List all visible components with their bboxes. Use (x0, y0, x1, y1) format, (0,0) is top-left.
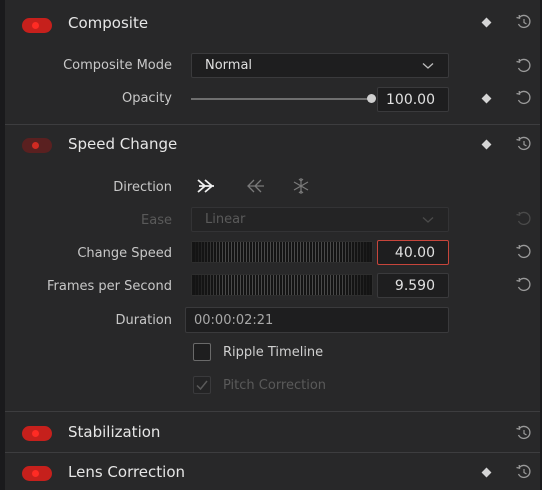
composite-toggle[interactable] (22, 18, 52, 33)
section-divider (5, 411, 540, 412)
direction-label: Direction (113, 180, 172, 195)
chevron-down-icon (422, 63, 434, 69)
keyframe-diamond-icon[interactable] (481, 139, 492, 150)
composite-mode-dropdown[interactable]: Normal (191, 53, 449, 78)
change-speed-input[interactable]: 40.00 (377, 240, 449, 265)
fps-label: Frames per Second (47, 279, 172, 294)
keyframe-diamond-icon[interactable] (481, 93, 492, 104)
toggle-dot (32, 430, 39, 437)
lens-correction-toggle[interactable] (22, 466, 52, 481)
reset-icon[interactable] (515, 243, 533, 261)
toggle-dot (32, 142, 39, 149)
ripple-timeline-checkbox[interactable] (193, 343, 211, 361)
opacity-label: Opacity (121, 91, 172, 106)
section-title: Stabilization (68, 423, 161, 441)
opacity-slider-knob[interactable] (367, 94, 376, 103)
change-speed-label: Change Speed (77, 246, 172, 261)
pitch-correction-label: Pitch Correction (223, 378, 327, 393)
freeze-frame-icon[interactable] (289, 176, 313, 196)
keyframe-diamond-icon[interactable] (481, 467, 492, 478)
ease-label: Ease (141, 213, 172, 228)
fps-jog-wheel[interactable] (191, 274, 373, 296)
composite-mode-label: Composite Mode (63, 58, 172, 73)
speed-change-toggle[interactable] (22, 138, 52, 153)
composite-mode-value: Normal (205, 58, 253, 73)
ripple-timeline-label: Ripple Timeline (223, 345, 324, 360)
reset-icon[interactable] (515, 276, 533, 294)
section-title: Speed Change (68, 135, 178, 153)
checkmark-icon (196, 380, 208, 391)
section-title: Composite (68, 14, 149, 32)
toggle-dot (32, 22, 39, 29)
reset-icon[interactable] (515, 57, 533, 75)
section-divider (5, 124, 540, 125)
opacity-input[interactable]: 100.00 (377, 87, 449, 112)
opacity-slider-track[interactable] (191, 98, 371, 100)
keyframe-diamond-icon[interactable] (481, 17, 492, 28)
change-speed-jog-wheel[interactable] (191, 241, 373, 263)
duration-label: Duration (115, 313, 172, 328)
ease-value: Linear (205, 212, 246, 227)
section-title: Lens Correction (68, 463, 186, 481)
reset-icon (516, 211, 531, 226)
ease-dropdown: Linear (191, 207, 449, 232)
reset-keyframe-icon[interactable] (515, 463, 533, 481)
forward-direction-icon[interactable] (195, 176, 219, 196)
reset-icon[interactable] (515, 89, 533, 107)
fps-input[interactable]: 9.590 (377, 273, 449, 298)
reverse-direction-icon[interactable] (243, 176, 267, 196)
stabilization-toggle[interactable] (22, 426, 52, 441)
reset-keyframe-icon[interactable] (515, 135, 533, 153)
reset-keyframe-icon[interactable] (515, 13, 533, 31)
reset-keyframe-icon[interactable] (515, 424, 533, 442)
toggle-dot (32, 470, 39, 477)
inspector-panel: Composite Composite Mode Normal Opacity … (5, 0, 540, 490)
chevron-down-icon (422, 217, 434, 223)
section-divider (5, 452, 540, 453)
pitch-correction-checkbox (193, 376, 211, 394)
duration-field[interactable]: 00:00:02:21 (185, 307, 449, 333)
